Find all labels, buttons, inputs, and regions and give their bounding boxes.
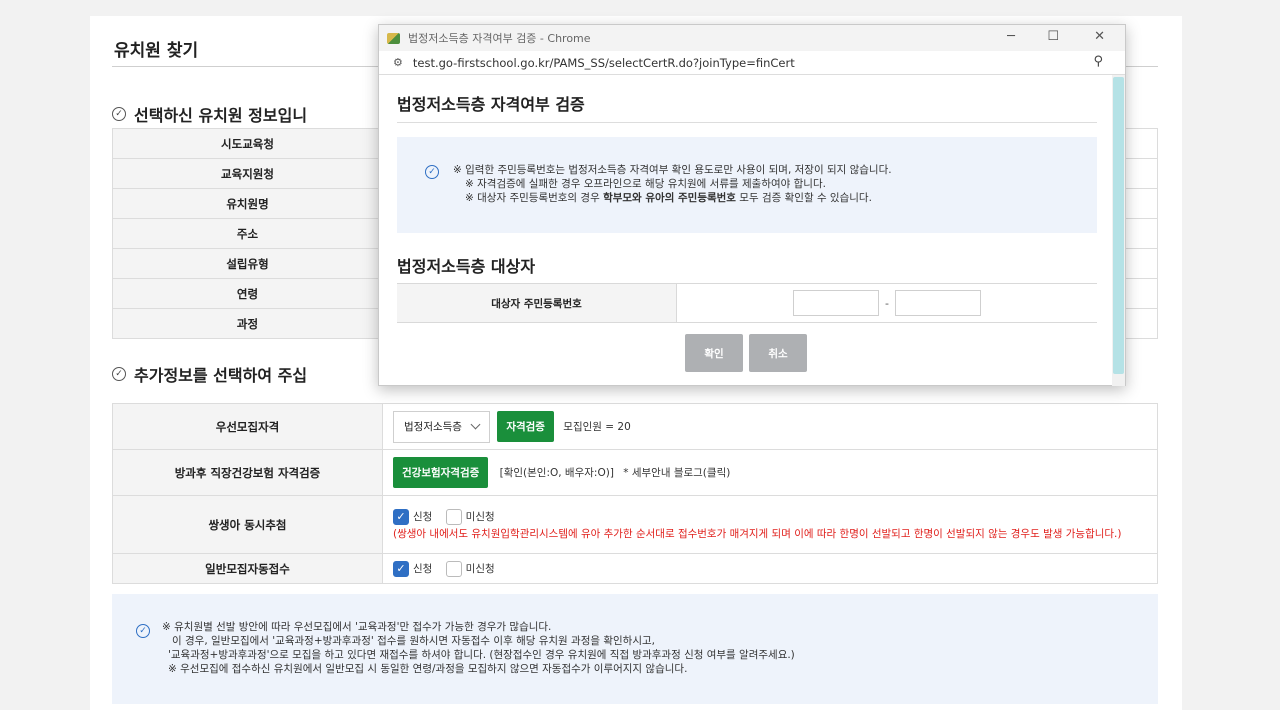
ssn-front-input[interactable] xyxy=(793,290,879,316)
check-circle-icon: ✓ xyxy=(112,367,126,381)
ssn-row: 대상자 주민등록번호 - xyxy=(397,283,1097,323)
verification-popup-window: 법정저소득층 자격여부 검증 - Chrome ─ ☐ ✕ ⚙ test.go-… xyxy=(378,24,1126,386)
info-label-address: 주소 xyxy=(112,218,383,249)
cancel-button[interactable]: 취소 xyxy=(749,334,807,372)
minimize-icon[interactable]: ─ xyxy=(1007,29,1015,44)
twins-warning-note: (쌍생아 내에서도 유치원입학관리시스템에 유아 추가한 순서대로 접수번호가 … xyxy=(393,527,1122,540)
twins-not-apply-checkbox[interactable] xyxy=(445,508,462,525)
auto-not-apply-label: 미신청 xyxy=(465,563,495,575)
auto-receipt-cell: ✓ 신청 미신청 xyxy=(382,553,1158,584)
check-circle-icon: ✓ xyxy=(136,624,150,638)
twins-not-apply-label: 미신청 xyxy=(465,511,495,523)
zoom-icon[interactable]: ⚲ xyxy=(1093,54,1103,69)
popup-notice-bold: 학부모와 유아의 주민등록번호 xyxy=(603,192,736,204)
app-favicon-icon xyxy=(387,32,400,44)
insurance-result: [확인(본인:O, 배우자:O)] xyxy=(499,467,614,479)
twins-draw-cell: ✓ 신청 미신청 (쌍생아 내에서도 유치원입학관리시스템에 유아 추가한 순서대… xyxy=(382,495,1158,554)
section-kindergarten-info-title: 선택하신 유치원 정보입니 xyxy=(134,106,308,125)
twins-apply-checkbox[interactable]: ✓ xyxy=(393,508,409,525)
notice-line: '교육과정+방과후과정'으로 모집을 하고 있다면 재접수를 하셔야 합니다. … xyxy=(168,649,795,661)
address-bar[interactable]: ⚙ test.go-firstschool.go.kr/PAMS_SS/sele… xyxy=(379,51,1125,75)
insurance-verify-button[interactable]: 건강보험자격검증 xyxy=(393,457,489,488)
ssn-value-cell: - xyxy=(677,284,1097,322)
table-row: 쌍생아 동시추첨 ✓ 신청 미신청 (쌍생아 내에서도 유치원입학관리시스템에 유… xyxy=(112,495,1158,554)
popup-notice-text: ※ 대상자 주민등록번호의 경우 xyxy=(465,192,604,204)
popup-window-title: 법정저소득층 자격여부 검증 - Chrome xyxy=(408,32,591,45)
priority-qualification-label: 우선모집자격 xyxy=(112,403,383,450)
chevron-down-icon xyxy=(470,419,481,430)
info-label-course: 과정 xyxy=(112,308,383,339)
bottom-notice-box: ✓ ※ 유치원별 선발 방안에 따라 우선모집에서 '교육과정'만 접수가 가능… xyxy=(112,594,1158,704)
auto-receipt-label: 일반모집자동접수 xyxy=(112,553,383,584)
auto-apply-label: 신청 xyxy=(413,563,433,575)
popup-notice-line: ※ 대상자 주민등록번호의 경우 학부모와 유아의 주민등록번호 모두 검증 확… xyxy=(453,191,1097,205)
priority-select-value: 법정저소득층 xyxy=(404,421,462,433)
info-label-name: 유치원명 xyxy=(112,188,383,219)
maximize-icon[interactable]: ☐ xyxy=(1047,29,1059,44)
recruit-count: 모집인원 = 20 xyxy=(563,421,631,433)
bottom-notice-text: ※ 유치원별 선발 방안에 따라 우선모집에서 '교육과정'만 접수가 가능한 … xyxy=(162,620,1158,676)
priority-qualification-cell: 법정저소득층 자격검증 모집인원 = 20 xyxy=(382,403,1158,450)
confirm-button[interactable]: 확인 xyxy=(685,334,743,372)
ssn-label: 대상자 주민등록번호 xyxy=(397,284,677,322)
twins-apply-label: 신청 xyxy=(413,511,433,523)
insurance-guide-link[interactable]: * 세부안내 블로그(클릭) xyxy=(623,465,730,480)
section-kindergarten-info-header: ✓ 선택하신 유치원 정보입니 xyxy=(112,102,307,126)
verify-qualification-button[interactable]: 자격검증 xyxy=(497,411,554,442)
insurance-verify-label: 방과후 직장건강보험 자격검증 xyxy=(112,449,383,496)
popup-titlebar[interactable]: 법정저소득층 자격여부 검증 - Chrome ─ ☐ ✕ xyxy=(379,25,1125,51)
notice-line: ※ 우선모집에 접수하신 유치원에서 일반모집 시 동일한 연령/과정을 모집하… xyxy=(168,663,688,675)
popup-content: 법정저소득층 자격여부 검증 ✓ ※ 입력한 주민등록번호는 법정저소득층 자격… xyxy=(379,75,1113,387)
section-additional-info-title: 추가정보를 선택하여 주십 xyxy=(134,366,308,385)
table-row: 일반모집자동접수 ✓ 신청 미신청 xyxy=(112,553,1158,584)
section-additional-info-header: ✓ 추가정보를 선택하여 주십 xyxy=(112,362,307,386)
info-label-age: 연령 xyxy=(112,278,383,309)
notice-line: 이 경우, 일반모집에서 '교육과정+방과후과정' 접수를 원하시면 자동접수 … xyxy=(172,635,655,647)
additional-info-table: 우선모집자격 법정저소득층 자격검증 모집인원 = 20 방과후 직장건강보험 … xyxy=(112,403,1158,584)
popup-divider xyxy=(397,122,1097,123)
notice-line: ※ 유치원별 선발 방안에 따라 우선모집에서 '교육과정'만 접수가 가능한 … xyxy=(162,621,552,633)
site-settings-icon[interactable]: ⚙ xyxy=(393,56,403,69)
close-icon[interactable]: ✕ xyxy=(1094,29,1105,44)
info-label-type: 설립유형 xyxy=(112,248,383,279)
ssn-back-input[interactable] xyxy=(894,290,981,316)
auto-apply-checkbox[interactable]: ✓ xyxy=(393,560,409,577)
auto-not-apply-checkbox[interactable] xyxy=(445,560,462,577)
popup-heading: 법정저소득층 자격여부 검증 xyxy=(397,95,585,114)
popup-scrollbar-thumb[interactable] xyxy=(1113,77,1124,374)
popup-url: test.go-firstschool.go.kr/PAMS_SS/select… xyxy=(412,55,795,70)
twins-draw-label: 쌍생아 동시추첨 xyxy=(112,495,383,554)
popup-notice-box: ✓ ※ 입력한 주민등록번호는 법정저소득층 자격여부 확인 용도로만 사용이 … xyxy=(397,137,1097,233)
check-circle-icon: ✓ xyxy=(112,107,126,121)
info-label-district: 교육지원청 xyxy=(112,158,383,189)
popup-notice-line: ※ 자격검증에 실패한 경우 오프라인으로 해당 유치원에 서류를 제출하여야 … xyxy=(465,178,826,190)
table-row: 방과후 직장건강보험 자격검증 건강보험자격검증 [확인(본인:O, 배우자:O… xyxy=(112,449,1158,496)
priority-qualification-select[interactable]: 법정저소득층 xyxy=(393,410,490,443)
table-row: 우선모집자격 법정저소득층 자격검증 모집인원 = 20 xyxy=(112,403,1158,450)
popup-notice-text: 모두 검증 확인할 수 있습니다. xyxy=(735,192,872,204)
check-circle-icon: ✓ xyxy=(425,165,439,179)
popup-subheading: 법정저소득층 대상자 xyxy=(397,257,536,276)
popup-notice-line: ※ 입력한 주민등록번호는 법정저소득층 자격여부 확인 용도로만 사용이 되며… xyxy=(453,164,892,176)
ssn-dash: - xyxy=(885,296,889,310)
page-title: 유치원 찾기 xyxy=(114,41,199,61)
insurance-verify-cell: 건강보험자격검증 [확인(본인:O, 배우자:O)] * 세부안내 블로그(클릭… xyxy=(382,449,1158,496)
info-label-office: 시도교육청 xyxy=(112,128,383,159)
